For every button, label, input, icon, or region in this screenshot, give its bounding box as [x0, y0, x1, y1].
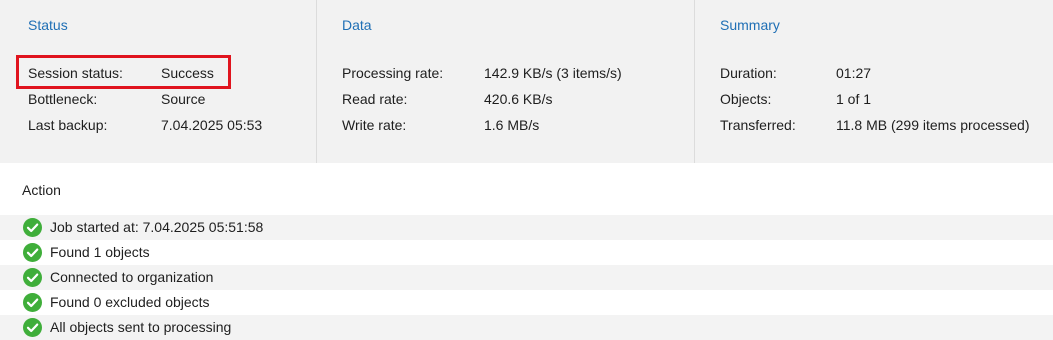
action-item-text: All objects sent to processing — [50, 319, 232, 335]
processing-rate-label: Processing rate: — [342, 65, 444, 81]
action-item-text: Connected to organization — [50, 269, 214, 285]
processing-rate-value: 142.9 KB/s (3 items/s) — [484, 65, 622, 81]
action-item-text: Job started at: 7.04.2025 05:51:58 — [50, 219, 264, 235]
action-list: Job started at: 7.04.2025 05:51:58 Found… — [0, 215, 1053, 340]
list-item: Connected to organization — [0, 265, 1053, 290]
write-rate-label: Write rate: — [342, 117, 407, 133]
success-check-icon — [23, 293, 42, 312]
duration-label: Duration: — [720, 65, 777, 81]
objects-label: Objects: — [720, 91, 772, 107]
session-summary-panel: Status Session status: Success Bottlenec… — [0, 0, 1053, 163]
list-item: Found 0 excluded objects — [0, 290, 1053, 315]
success-check-icon — [23, 268, 42, 287]
transferred-value: 11.8 MB (299 items processed) — [836, 117, 1030, 133]
bottleneck-value: Source — [161, 91, 206, 107]
transferred-label: Transferred: — [720, 117, 796, 133]
summary-title: Summary — [720, 17, 780, 33]
summary-column: Summary Duration: 01:27 Objects: 1 of 1 … — [694, 0, 1053, 163]
action-item-text: Found 1 objects — [50, 244, 150, 260]
last-backup-value: 7.04.2025 05:53 — [161, 117, 263, 133]
success-check-icon — [23, 318, 42, 337]
duration-value: 01:27 — [836, 65, 872, 81]
list-item: All objects sent to processing — [0, 315, 1053, 340]
action-title: Action — [22, 182, 61, 198]
list-item: Found 1 objects — [0, 240, 1053, 265]
write-rate-value: 1.6 MB/s — [484, 117, 540, 133]
success-check-icon — [23, 218, 42, 237]
data-column: Data Processing rate: 142.9 KB/s (3 item… — [316, 0, 694, 163]
action-item-text: Found 0 excluded objects — [50, 294, 210, 310]
last-backup-label: Last backup: — [28, 117, 108, 133]
read-rate-label: Read rate: — [342, 91, 408, 107]
status-title: Status — [28, 17, 68, 33]
session-status-highlight-box — [16, 55, 231, 89]
read-rate-value: 420.6 KB/s — [484, 91, 553, 107]
success-check-icon — [23, 243, 42, 262]
list-item: Job started at: 7.04.2025 05:51:58 — [0, 215, 1053, 240]
data-title: Data — [342, 17, 372, 33]
objects-value: 1 of 1 — [836, 91, 872, 107]
bottleneck-label: Bottleneck: — [28, 91, 98, 107]
